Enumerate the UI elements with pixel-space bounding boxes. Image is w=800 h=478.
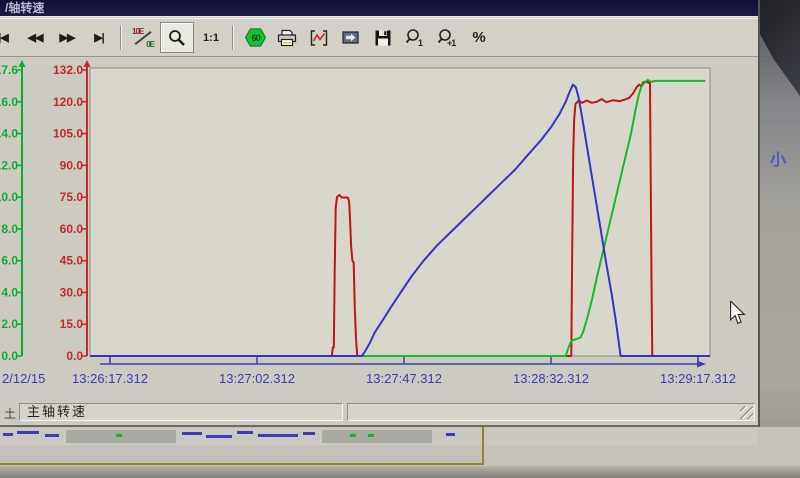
screen-bottom-edge [0,466,800,478]
trend-app-window: /轴转速 |◀ ◀◀ ▶▶ ▶| 10E 0E 1:1 [0,0,760,427]
y-axis-red-label: 75.0 [60,190,84,204]
x-axis-label: 13:27:47.312 [366,371,442,386]
trend-plot-svg: 17.6 16.0 14.0 12.0 10.0 8.0 6.0 4.0 2.0 0.0 132.0… [0,0,758,427]
background-window-button [322,430,432,443]
y-axis-red-label: 45.0 [60,254,84,268]
background-window [0,427,800,478]
background-window-toolbar [0,428,758,445]
y-axis-red-label: 0.0 [66,349,83,363]
y-axis-red-label: 90.0 [60,158,84,172]
y-axis-red-label: 132.0 [53,63,83,77]
screen: 小 /轴转速 |◀ ◀◀ ▶▶ ▶| 10E 0E [0,0,800,478]
mouse-cursor [729,301,747,325]
y-axis-red-label: 105.0 [53,127,83,141]
background-window-border [482,427,484,465]
status-edge-fragment: 土 [4,405,16,422]
y-axis-green-label: 12.0 [0,158,18,172]
statusbar: 土 主轴转速 [0,400,758,425]
y-axis-green-label: 4.0 [1,285,18,299]
y-axis-red-label: 60.0 [60,222,84,236]
x-axis-label: 13:29:17.312 [660,371,736,386]
y-axis-green-label: 16.0 [0,95,18,109]
y-axis-red-label: 30.0 [60,285,84,299]
y-axis-green-label: 2.0 [1,317,18,331]
y-axis-red-label: 120.0 [53,95,83,109]
y-axis-green-label: 10.0 [0,190,18,204]
y-axis-green-label: 6.0 [1,254,18,268]
background-window-border [0,463,484,465]
x-axis-label: 13:27:02.312 [219,371,295,386]
y-axis-green-label: 17.6 [0,63,18,77]
resize-grip[interactable] [740,406,753,419]
date-label: 2/12/15 [2,371,45,386]
desktop-background-glyph: 小 [770,146,786,170]
y-axis-green-label: 0.0 [1,349,18,363]
y-axis-green-label: 8.0 [1,222,18,236]
y-axis-red-label: 15.0 [60,317,84,331]
signal-name-label: 主轴转速 [20,404,342,420]
y-axis-green-label: 14.0 [0,127,18,141]
status-panel-signal: 主轴转速 [19,403,343,421]
status-panel-value [347,403,755,421]
x-axis-label: 13:26:17.312 [72,371,148,386]
x-axis-label: 13:28:32.312 [513,371,589,386]
trend-chart[interactable]: 17.6 16.0 14.0 12.0 10.0 8.0 6.0 4.0 2.0 0.0 132.0… [0,57,758,402]
